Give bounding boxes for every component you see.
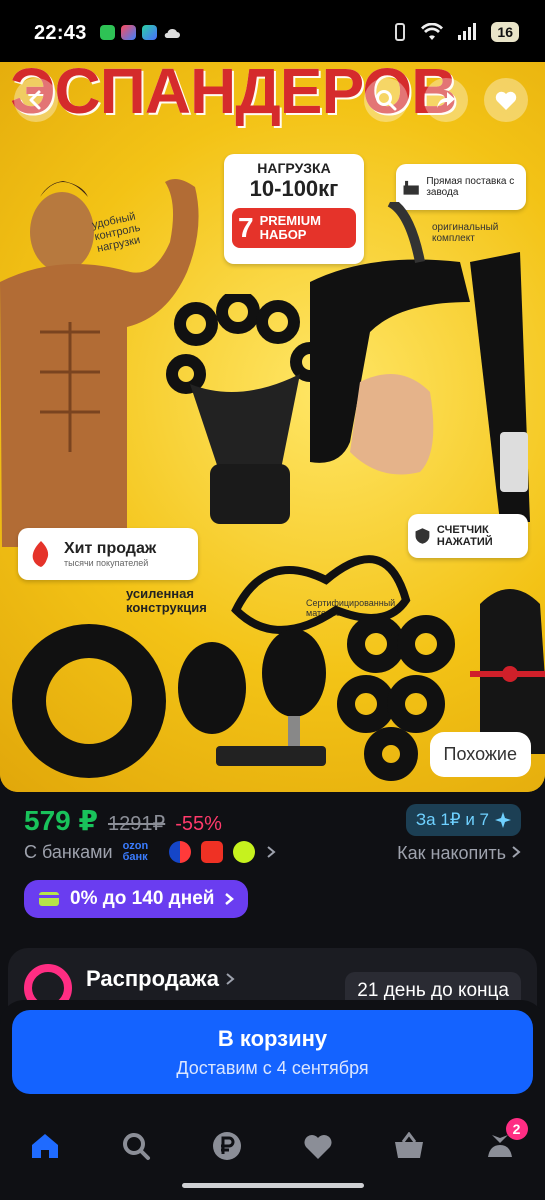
- app-notification-icon: [100, 25, 115, 40]
- chevron-left-icon: [29, 90, 41, 110]
- back-button[interactable]: [14, 78, 58, 122]
- cart-count-badge: 2: [505, 1118, 528, 1140]
- bank-icon: [168, 841, 191, 863]
- card-icon: [39, 892, 59, 906]
- search-icon: [376, 90, 397, 111]
- vibrate-icon: [395, 23, 406, 41]
- add-to-cart-label: В корзину: [217, 1026, 328, 1051]
- hand-gripper-image: [310, 202, 530, 522]
- reinforced-label: усиленная конструкция: [126, 586, 207, 615]
- load-label: НАГРУЗКА: [257, 160, 331, 176]
- chevron-right-icon: [512, 846, 521, 858]
- ozon-bank-logo: ozon банк: [122, 840, 149, 863]
- nav-profile[interactable]: 2: [478, 1118, 528, 1168]
- load-range: 10-100кг: [249, 176, 339, 201]
- current-price: 579 ₽: [24, 805, 98, 836]
- status-time: 22:43: [34, 22, 87, 44]
- installment-label: 0% до 140 дней: [70, 888, 215, 909]
- signal-icon: [458, 23, 477, 40]
- sale-title: Распродажа: [86, 966, 235, 992]
- status-app-icons: [100, 25, 181, 40]
- favorite-button[interactable]: [484, 78, 528, 122]
- old-price: 1291₽: [107, 813, 166, 835]
- bank-icon: [200, 841, 223, 863]
- banks-row[interactable]: С банками ozon банк: [24, 841, 277, 863]
- shield-icon: [415, 528, 430, 544]
- bestseller-text: Хит продаж тысячи покупателей: [64, 540, 156, 568]
- nav-cart[interactable]: [387, 1124, 431, 1168]
- share-icon: [437, 92, 455, 108]
- search-icon: [123, 1133, 151, 1160]
- heart-icon: [304, 1135, 332, 1159]
- battery-indicator: 16: [491, 22, 519, 42]
- add-to-cart-button[interactable]: В корзину Доставим с 4 сентября: [12, 1010, 533, 1094]
- status-bar: 22:43 16: [0, 0, 545, 62]
- delivery-date: Доставим с 4 сентября: [176, 1058, 369, 1078]
- wifi-icon: [421, 23, 444, 40]
- heart-icon: [495, 91, 517, 110]
- chevron-right-icon: [225, 893, 235, 905]
- points-badge[interactable]: За 1₽ и 7: [405, 804, 521, 836]
- chevron-right-icon: [226, 973, 235, 985]
- banks-label: С банками: [24, 841, 113, 862]
- discount: -55%: [175, 813, 222, 835]
- product-image[interactable]: ЭСПАНДЕРОВ удобный контроль нагрузки НАГ…: [0, 62, 545, 792]
- nav-search[interactable]: [114, 1124, 158, 1168]
- grip-ring-image: [12, 624, 166, 778]
- how-to-earn-link[interactable]: Как накопить: [397, 843, 521, 864]
- status-right: 16: [393, 22, 519, 42]
- points-label: За 1₽ и 7: [415, 810, 489, 829]
- search-button[interactable]: [364, 78, 408, 122]
- app-notification-icon: [121, 25, 136, 40]
- similar-button[interactable]: Похожие: [429, 732, 531, 777]
- counter-label: СЧЕТЧИК НАЖАТИЙ: [436, 524, 493, 548]
- home-icon: [32, 1134, 59, 1158]
- installment-button[interactable]: 0% до 140 дней: [24, 880, 249, 918]
- fire-icon: [32, 541, 49, 567]
- sparkle-icon: [495, 812, 511, 828]
- factory-icon: [403, 180, 419, 195]
- nav-home[interactable]: [23, 1124, 67, 1168]
- ruble-icon: [213, 1132, 242, 1160]
- nav-favorites[interactable]: [296, 1124, 340, 1168]
- home-indicator: [182, 1183, 364, 1188]
- how-to-earn-label: Как накопить: [397, 843, 506, 863]
- grip-eggs-image: [178, 629, 326, 766]
- bestseller-badge: Хит продаж тысячи покупателей: [18, 528, 198, 580]
- bank-icon: [232, 841, 255, 863]
- nav-finance[interactable]: [205, 1124, 249, 1168]
- set-number: 7: [238, 212, 254, 243]
- bestseller-label: Хит продаж: [64, 540, 157, 557]
- counter-badge: СЧЕТЧИК НАЖАТИЙ: [408, 514, 528, 558]
- direct-supply-label: Прямая поставка с завода: [426, 176, 515, 198]
- share-button[interactable]: [424, 78, 468, 122]
- cloud-icon: [164, 28, 180, 38]
- bestseller-sub: тысячи покупателей: [64, 558, 149, 568]
- basket-icon: [394, 1132, 423, 1158]
- app-notification-icon: [142, 25, 157, 40]
- price-row: 579 ₽ 1291₽ -55%: [24, 804, 222, 837]
- chevron-right-icon: [266, 846, 276, 858]
- sale-title-text: Распродажа: [86, 966, 220, 991]
